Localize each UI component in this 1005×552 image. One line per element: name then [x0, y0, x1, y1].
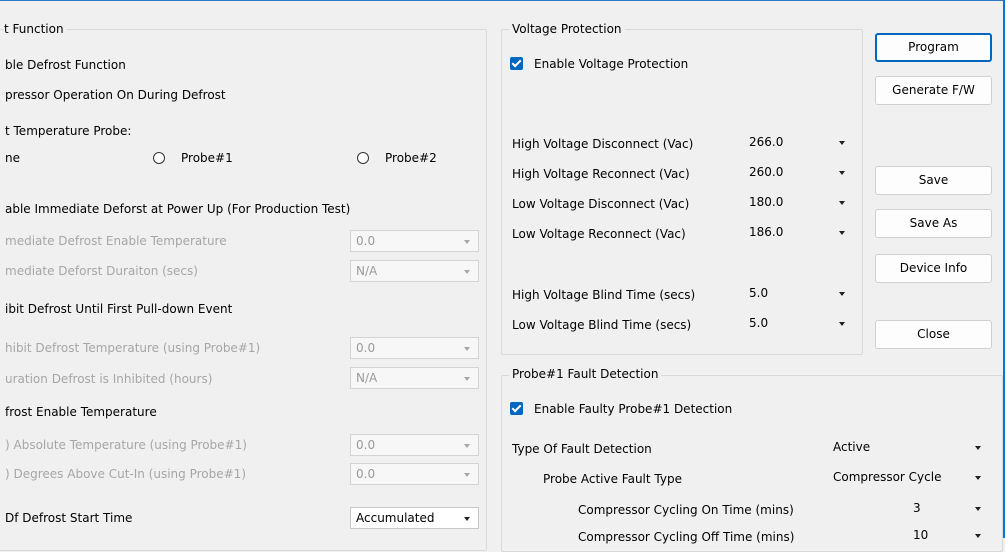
- chevron-down-icon: [839, 171, 845, 175]
- high-voltage-blind-time-select[interactable]: 5.0: [749, 283, 853, 305]
- inhibit-defrost-label[interactable]: ibit Defrost Until First Pull-down Event: [5, 302, 232, 317]
- enable-voltage-protection-checkbox[interactable]: [510, 57, 523, 70]
- degrees-above-cutin-value: 0.0: [356, 467, 376, 481]
- save-button[interactable]: Save: [875, 166, 992, 195]
- immediate-defrost-temp-label: mediate Defrost Enable Temperature: [5, 234, 227, 248]
- cycling-on-time-select[interactable]: 3: [913, 498, 989, 520]
- absolute-temp-value: 0.0: [356, 438, 376, 452]
- cycling-off-time-value: 10: [913, 528, 929, 542]
- enable-immediate-defrost-label[interactable]: able Immediate Deforst at Power Up (For …: [5, 202, 350, 217]
- voltage-row-label: High Voltage Blind Time (secs): [512, 288, 696, 302]
- probe1-label[interactable]: Probe#1: [181, 151, 233, 166]
- enable-faulty-probe-label[interactable]: Enable Faulty Probe#1 Detection: [534, 402, 732, 417]
- inhibit-defrost-temp-select[interactable]: 0.0: [350, 337, 479, 359]
- voltage-row-value: 260.0: [749, 165, 784, 179]
- low-voltage-blind-time-select[interactable]: 5.0: [749, 313, 853, 335]
- defrost-start-time-value: Accumulated: [356, 511, 435, 525]
- defrost-temp-probe-label: t Temperature Probe:: [5, 124, 132, 138]
- immediate-defrost-duration-label: mediate Deforst Duraiton (secs): [5, 264, 198, 278]
- high-voltage-reconnect-select[interactable]: 260.0: [749, 162, 853, 184]
- chevron-down-icon: [839, 322, 845, 326]
- chevron-down-icon: [464, 517, 470, 521]
- program-button[interactable]: Program: [875, 33, 992, 62]
- high-voltage-disconnect-select[interactable]: 266.0: [749, 132, 853, 154]
- device-info-button[interactable]: Device Info: [875, 254, 992, 283]
- voltage-row-value: 266.0: [749, 135, 784, 149]
- enable-defrost-label[interactable]: ble Defrost Function: [5, 58, 126, 73]
- compressor-on-during-defrost-label[interactable]: pressor Operation On During Defrost: [5, 88, 226, 103]
- active-fault-type-value: Compressor Cycle: [833, 470, 942, 484]
- defrost-start-time-select[interactable]: Accumulated: [350, 507, 479, 529]
- low-voltage-reconnect-select[interactable]: 186.0: [749, 222, 853, 244]
- voltage-row-label: Low Voltage Blind Time (secs): [512, 318, 692, 332]
- voltage-row-value: 186.0: [749, 225, 784, 239]
- save-as-button[interactable]: Save As: [875, 209, 992, 238]
- voltage-row-value: 5.0: [749, 316, 769, 330]
- voltage-row-value: 180.0: [749, 195, 784, 209]
- chevron-down-icon: [975, 476, 981, 480]
- inhibit-defrost-temp-value: 0.0: [356, 341, 376, 355]
- defrost-start-time-label: Df Defrost Start Time: [5, 511, 133, 525]
- voltage-row-label: High Voltage Disconnect (Vac): [512, 137, 694, 151]
- inhibit-defrost-temp-label: hibit Defrost Temperature (using Probe#1…: [5, 341, 261, 355]
- probe1-radio[interactable]: [153, 152, 165, 164]
- immediate-defrost-duration-value: N/A: [356, 264, 378, 278]
- generate-fw-button[interactable]: Generate F/W: [875, 76, 992, 105]
- inhibit-duration-label: uration Defrost is Inhibited (hours): [5, 372, 213, 386]
- fault-type-select[interactable]: Active: [833, 437, 989, 459]
- cycling-on-time-label: Compressor Cycling On Time (mins): [578, 503, 794, 517]
- voltage-protection-title: Voltage Protection: [509, 22, 625, 36]
- absolute-temp-label: ) Absolute Temperature (using Probe#1): [5, 438, 247, 452]
- degrees-above-cutin-label: ) Degrees Above Cut-In (using Probe#1): [5, 467, 247, 481]
- absolute-temp-select[interactable]: 0.0: [350, 434, 479, 456]
- immediate-defrost-duration-select[interactable]: N/A: [350, 260, 479, 282]
- degrees-above-cutin-select[interactable]: 0.0: [350, 463, 479, 485]
- chevron-down-icon: [464, 444, 470, 448]
- inhibit-duration-value: N/A: [356, 371, 378, 385]
- immediate-defrost-temp-select[interactable]: 0.0: [350, 230, 479, 252]
- defrost-function-title: t Function: [4, 22, 67, 36]
- fault-type-value: Active: [833, 440, 871, 454]
- cycling-on-time-value: 3: [913, 501, 921, 515]
- chevron-down-icon: [839, 141, 845, 145]
- voltage-row-label: High Voltage Reconnect (Vac): [512, 167, 690, 181]
- active-fault-type-label: Probe Active Fault Type: [543, 472, 682, 486]
- immediate-defrost-temp-value: 0.0: [356, 234, 376, 248]
- chevron-down-icon: [464, 270, 470, 274]
- voltage-row-value: 5.0: [749, 286, 769, 300]
- chevron-down-icon: [464, 347, 470, 351]
- enable-faulty-probe-checkbox[interactable]: [510, 402, 523, 415]
- chevron-down-icon: [464, 473, 470, 477]
- defrost-enable-temp-label[interactable]: frost Enable Temperature: [5, 405, 157, 420]
- probe2-label[interactable]: Probe#2: [385, 151, 437, 166]
- chevron-down-icon: [839, 231, 845, 235]
- voltage-row-label: Low Voltage Disconnect (Vac): [512, 197, 690, 211]
- chevron-down-icon: [839, 292, 845, 296]
- chevron-down-icon: [464, 377, 470, 381]
- cycling-off-time-select[interactable]: 10: [913, 525, 989, 547]
- chevron-down-icon: [975, 507, 981, 511]
- chevron-down-icon: [839, 201, 845, 205]
- active-fault-type-select[interactable]: Compressor Cycle: [833, 467, 989, 489]
- chevron-down-icon: [464, 240, 470, 244]
- chevron-down-icon: [975, 446, 981, 450]
- low-voltage-disconnect-select[interactable]: 180.0: [749, 192, 853, 214]
- probe-none-label[interactable]: ne: [5, 151, 20, 166]
- chevron-down-icon: [975, 534, 981, 538]
- inhibit-duration-select[interactable]: N/A: [350, 367, 479, 389]
- probe-fault-detection-title: Probe#1 Fault Detection: [509, 367, 662, 381]
- fault-type-label: Type Of Fault Detection: [512, 442, 652, 456]
- close-button[interactable]: Close: [875, 320, 992, 349]
- probe2-radio[interactable]: [357, 152, 369, 164]
- voltage-row-label: Low Voltage Reconnect (Vac): [512, 227, 686, 241]
- enable-voltage-protection-label[interactable]: Enable Voltage Protection: [534, 57, 688, 72]
- window-top-border: [0, 0, 1005, 1]
